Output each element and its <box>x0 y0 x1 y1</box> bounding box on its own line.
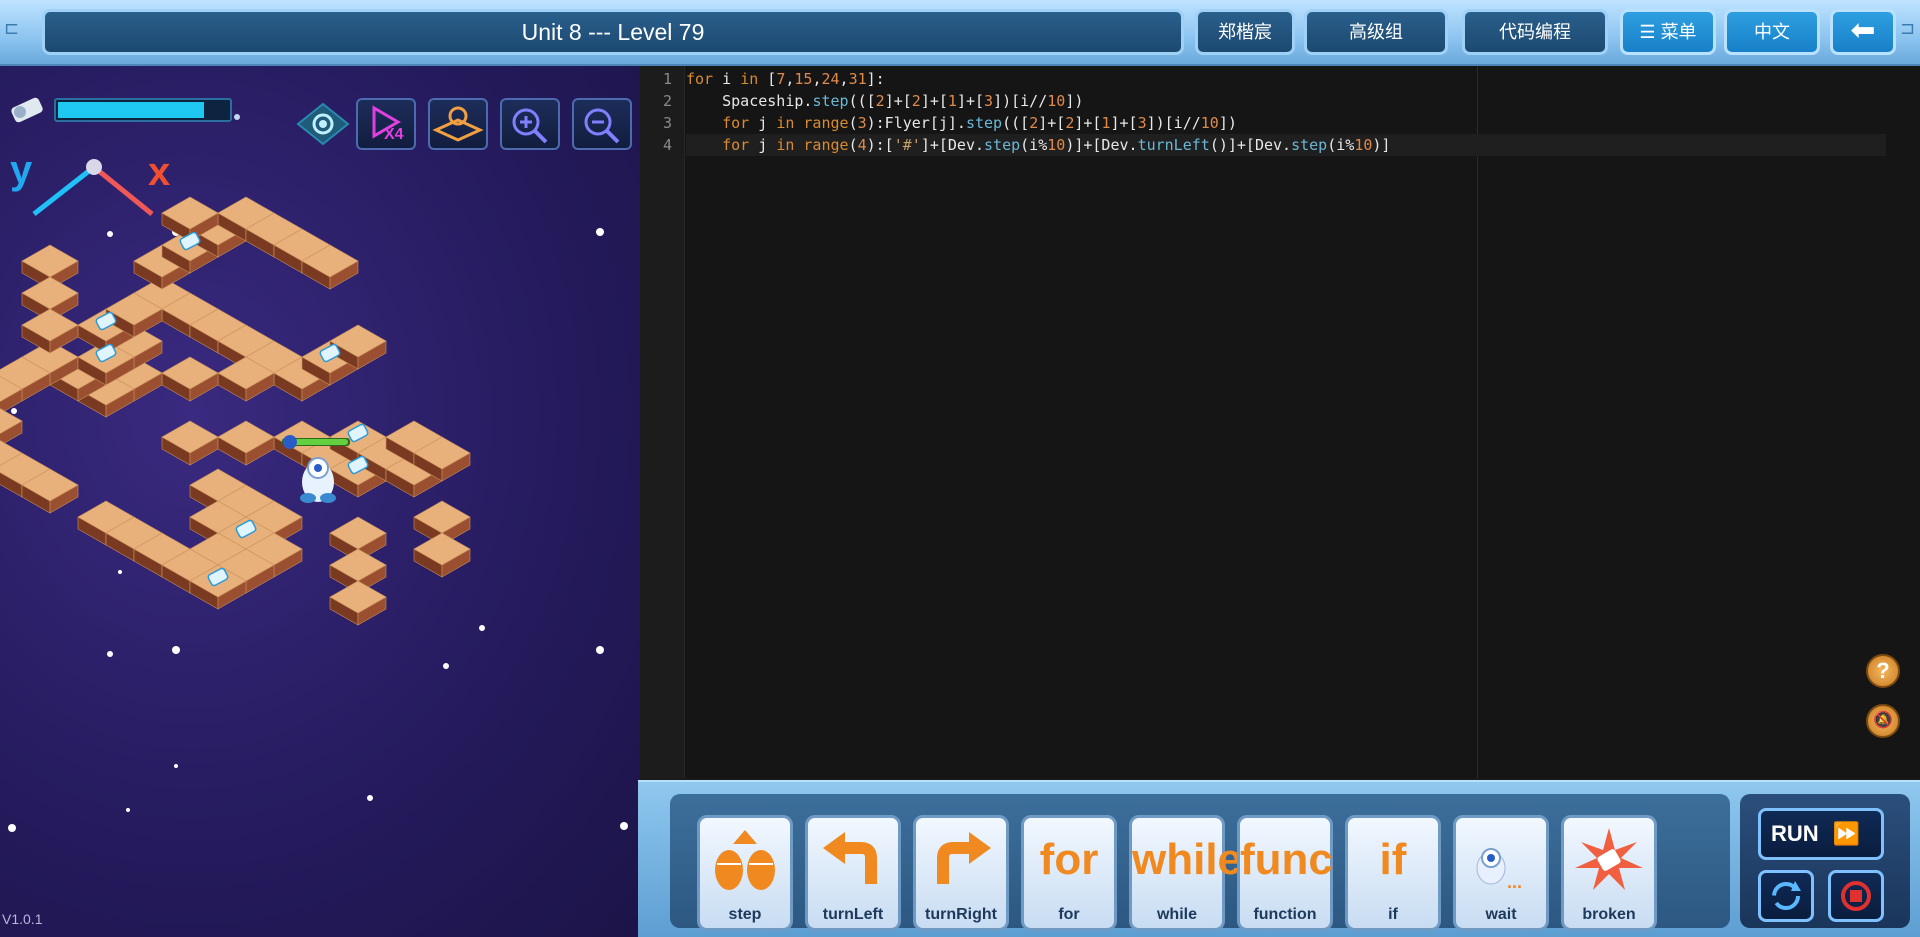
version-label: V1.0.1 <box>2 911 43 927</box>
block-while[interactable]: while while <box>1129 815 1243 931</box>
mode-button[interactable]: 代码编程 <box>1462 9 1608 55</box>
broken-icon <box>1564 824 1654 918</box>
line-number: 4 <box>662 136 672 154</box>
stop-icon <box>1841 881 1871 911</box>
speed-button[interactable]: X4 <box>356 98 416 150</box>
reset-button[interactable] <box>1758 870 1814 922</box>
menu-button[interactable]: ☰ 菜单 <box>1620 9 1716 55</box>
block-label: turnRight <box>925 906 997 923</box>
block-label: step <box>728 906 762 923</box>
block-broken[interactable]: broken <box>1561 815 1657 931</box>
menu-label: 菜单 <box>1660 22 1697 42</box>
energy-dot <box>234 114 240 120</box>
line-number: 1 <box>662 70 672 88</box>
block-turnright[interactable]: turnRight <box>913 815 1009 931</box>
block-wait[interactable]: ... wait <box>1453 815 1549 931</box>
run-panel: RUN ⏩ <box>1740 794 1910 928</box>
battery-icon <box>8 92 48 126</box>
step-icon <box>700 824 790 918</box>
corner-connector-icon: ⊏ <box>4 18 20 38</box>
zoom-in-icon <box>512 108 548 144</box>
turn-right-icon <box>916 824 1006 918</box>
game-view[interactable]: X4 y x V1.0.1 <box>0 66 640 937</box>
energy-bar <box>54 98 232 122</box>
block-func-art: func <box>1240 835 1333 884</box>
level-title: Unit 8 --- Level 79 <box>42 9 1184 55</box>
map-pin-icon <box>432 106 484 142</box>
bell-off-icon: 🔕 <box>1873 712 1893 729</box>
block-palette: step turnLeft turnRight for for while while fun… <box>638 780 1920 937</box>
block-step[interactable]: step <box>697 815 793 931</box>
path-tiles <box>0 196 471 626</box>
map-marker-button[interactable] <box>428 98 488 150</box>
question-mark-icon: ? <box>1876 658 1890 683</box>
refresh-icon <box>1772 881 1801 910</box>
mute-button[interactable]: 🔕 <box>1866 704 1900 738</box>
zoom-in-button[interactable] <box>500 98 560 150</box>
fast-forward-icon: ⏩ <box>1832 821 1861 846</box>
energy-fill <box>58 102 205 118</box>
block-label: function <box>1253 906 1317 923</box>
block-label: turnLeft <box>822 906 884 923</box>
line-number-gutter: 1 2 3 4 <box>640 66 685 778</box>
code-line[interactable]: Spaceship.step(([2]+[2]+[1]+[3])[i//10]) <box>686 90 1083 112</box>
code-line[interactable]: for j in range(4):['#']+[Dev.step(i%10)]… <box>686 134 1886 156</box>
block-if[interactable]: if if <box>1345 815 1441 931</box>
print-margin <box>1477 66 1478 778</box>
block-function[interactable]: func function <box>1237 815 1333 931</box>
block-turnleft[interactable]: turnLeft <box>805 815 901 931</box>
block-palette-tray: step turnLeft turnRight for for while while fun… <box>670 794 1730 931</box>
block-label: if <box>1388 906 1398 923</box>
camera-view-button[interactable] <box>296 100 350 148</box>
code-line[interactable]: for i in [7,15,24,31]: <box>686 68 885 90</box>
group-button[interactable]: 高级组 <box>1304 9 1448 55</box>
line-number: 3 <box>662 114 672 132</box>
zoom-out-button[interactable] <box>572 98 632 150</box>
help-button[interactable]: ? <box>1866 654 1900 688</box>
svg-text:...: ... <box>1507 872 1522 892</box>
block-while-art: while <box>1132 835 1243 884</box>
back-arrow-icon: ⬅ <box>1850 14 1876 47</box>
run-label: RUN <box>1771 821 1819 846</box>
code-line[interactable]: for j in range(3):Flyer[j].step(([2]+[2]… <box>686 112 1237 134</box>
block-if-art: if <box>1379 835 1407 884</box>
block-for-art: for <box>1039 835 1099 884</box>
game-scene <box>0 159 628 832</box>
axis-x-label: x <box>148 150 171 194</box>
back-button[interactable]: ⬅ <box>1830 9 1896 55</box>
block-label: for <box>1058 906 1080 923</box>
stop-button[interactable] <box>1828 870 1884 922</box>
axis-y-label: y <box>10 148 33 192</box>
run-button[interactable]: RUN ⏩ <box>1758 808 1884 860</box>
block-label: wait <box>1485 906 1517 923</box>
speed-label: X4 <box>384 126 404 143</box>
turn-left-icon <box>808 824 898 918</box>
block-label: broken <box>1582 906 1636 923</box>
line-number: 2 <box>662 92 672 110</box>
zoom-out-icon <box>584 108 620 144</box>
top-bar: ⊏ Unit 8 --- Level 79 郑楷宸 高级组 代码编程 ☰ 菜单 … <box>0 0 1920 66</box>
code-editor[interactable]: 1 2 3 4 for i in [7,15,24,31]: Spaceship.st… <box>640 66 1920 778</box>
block-label: while <box>1156 906 1197 923</box>
block-for[interactable]: for for <box>1021 815 1117 931</box>
language-button[interactable]: 中文 <box>1724 9 1820 55</box>
user-name-button[interactable]: 郑楷宸 <box>1195 9 1295 55</box>
corner-connector-icon: ⊐ <box>1900 18 1916 38</box>
wait-icon: ... <box>1456 824 1546 918</box>
list-icon: ☰ <box>1639 22 1661 42</box>
